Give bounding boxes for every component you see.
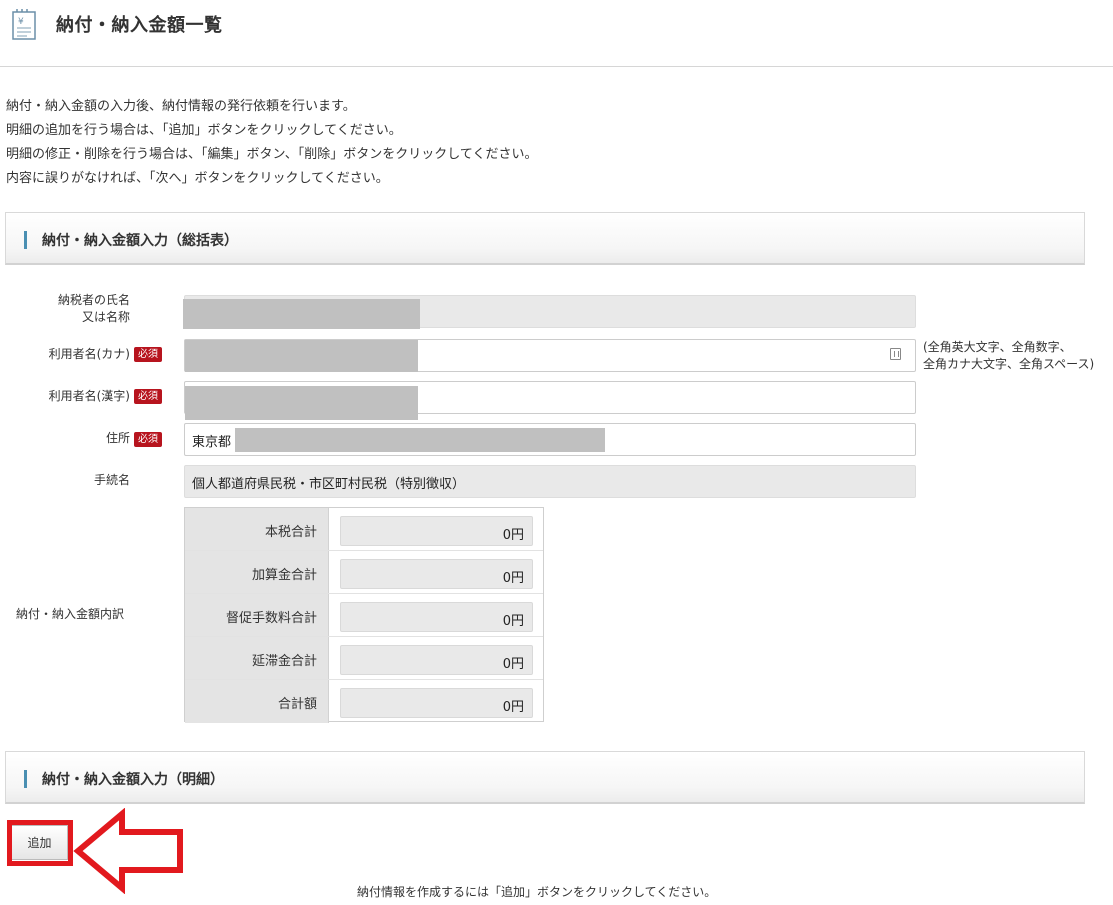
taxpayer-name-label: 納税者の氏名 又は名称 [40, 292, 130, 326]
address-input[interactable]: 東京都 [184, 423, 916, 456]
user-kanji-input[interactable] [184, 381, 916, 420]
breakdown-table: 本税合計 0円 加算金合計 0円 督促手数料合計 0円 延滞金合計 0円 合計額… [184, 507, 544, 723]
row-label: 延滞金合計 [251, 654, 317, 669]
procedure-label: 手続名 [93, 473, 130, 487]
row-header: 延滞金合計 [185, 637, 329, 679]
procedure-field: 個人都道府県民税・市区町村民税（特別徴収） [184, 465, 916, 498]
amount-value: 0円 [502, 528, 524, 543]
svg-text:¥: ¥ [18, 17, 24, 27]
row-label: 合計額 [277, 697, 317, 712]
address-value: 東京都 [192, 435, 232, 450]
taxpayer-name-field [183, 295, 916, 329]
detail-section-title: 納付・納入金額入力（明細） [42, 772, 224, 788]
user-kana-hint: (全角英大文字、全角数字、 全角カナ大文字、全角スペース) [923, 339, 1094, 373]
intro-line: 明細の修正・削除を行う場合は、「編集」ボタン、「削除」ボタンをクリックしてくださ… [6, 147, 538, 162]
detail-section-header: 納付・納入金額入力（明細） [5, 751, 1085, 804]
row-header: 督促手数料合計 [185, 594, 329, 636]
required-badge: 必須 [134, 347, 162, 362]
section-accent [24, 770, 27, 788]
footer-note: 納付情報を作成するには「追加」ボタンをクリックしてください。 [357, 885, 717, 899]
required-badge: 必須 [134, 432, 162, 447]
row-header: 本税合計 [185, 508, 329, 550]
redacted-value [183, 299, 420, 329]
taxpayer-name-label-line1: 納税者の氏名 [57, 293, 130, 307]
amount-field: 0円 [340, 645, 533, 675]
add-button[interactable]: 追加 [11, 825, 68, 860]
summary-section-title: 納付・納入金額入力（総括表） [42, 233, 238, 249]
breakdown-label: 納付・納入金額内訳 [16, 607, 125, 621]
address-label: 住所 [105, 431, 130, 445]
amount-value: 0円 [502, 614, 524, 629]
yen-document-icon: ¥ [12, 9, 36, 40]
redacted-value [185, 386, 418, 420]
arrow-left-icon [73, 808, 183, 894]
amount-value: 0円 [502, 657, 524, 672]
user-kanji-label: 利用者名(漢字) [48, 389, 130, 403]
user-kana-hint-line2: 全角カナ大文字、全角スペース) [923, 357, 1095, 371]
row-label: 本税合計 [264, 525, 317, 540]
row-header: 合計額 [185, 680, 329, 723]
keyboard-icon[interactable] [890, 348, 901, 360]
redacted-value [235, 428, 605, 452]
table-row: 加算金合計 0円 [185, 551, 543, 594]
row-label: 加算金合計 [251, 568, 317, 583]
row-label: 督促手数料合計 [225, 611, 317, 626]
procedure-value: 個人都道府県民税・市区町村民税（特別徴収） [192, 477, 466, 492]
table-row: 本税合計 0円 [185, 508, 543, 551]
section-accent [24, 231, 27, 249]
redacted-value [185, 340, 418, 372]
user-kana-label: 利用者名(カナ) [48, 347, 130, 361]
user-kana-hint-line1: (全角英大文字、全角数字、 [923, 340, 1072, 354]
intro-line: 内容に誤りがなければ、「次へ」ボタンをクリックしてください。 [6, 171, 389, 186]
amount-field: 0円 [340, 602, 533, 632]
page-header: ¥ 納付・納入金額一覧 [0, 0, 1113, 67]
table-row: 合計額 0円 [185, 680, 543, 723]
page-title: 納付・納入金額一覧 [56, 15, 223, 36]
intro-text: 納付・納入金額の入力後、納付情報の発行依頼を行います。 明細の追加を行う場合は、… [6, 95, 537, 191]
row-header: 加算金合計 [185, 551, 329, 593]
amount-field: 0円 [340, 516, 533, 546]
intro-line: 納付・納入金額の入力後、納付情報の発行依頼を行います。 [6, 99, 356, 114]
amount-value: 0円 [502, 571, 524, 586]
table-row: 督促手数料合計 0円 [185, 594, 543, 637]
summary-section-header: 納付・納入金額入力（総括表） [5, 212, 1085, 265]
table-row: 延滞金合計 0円 [185, 637, 543, 680]
intro-line: 明細の追加を行う場合は、「追加」ボタンをクリックしてください。 [6, 123, 402, 138]
user-kana-input[interactable] [184, 339, 916, 372]
required-badge: 必須 [134, 389, 162, 404]
taxpayer-name-label-line2: 又は名称 [81, 310, 130, 324]
amount-value: 0円 [502, 700, 524, 715]
amount-field: 0円 [340, 559, 533, 589]
amount-field: 0円 [340, 688, 533, 718]
